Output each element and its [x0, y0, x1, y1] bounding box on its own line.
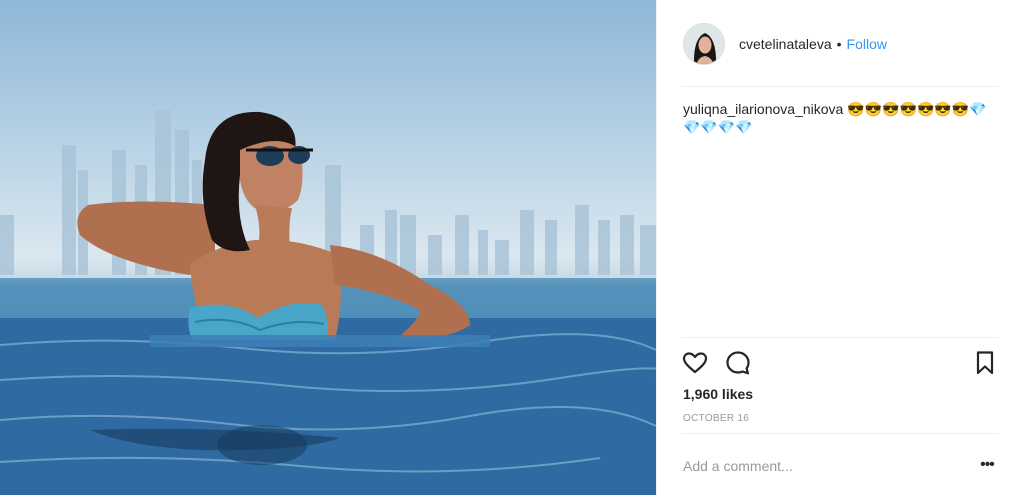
more-options-button[interactable]: ••• [975, 455, 999, 475]
save-button[interactable] [971, 349, 999, 377]
ellipsis-icon: ••• [980, 456, 995, 473]
post-header: cvetelinataleva • Follow [657, 0, 1023, 87]
post-photo[interactable] [0, 0, 656, 495]
comment-divider [681, 433, 999, 434]
follow-button[interactable]: Follow [847, 36, 887, 52]
post-sidebar: cvetelinataleva • Follow yuliqna_ilarion… [656, 0, 1023, 495]
avatar-image [684, 23, 724, 64]
post-username[interactable]: cvetelinataleva [739, 36, 832, 52]
actions-divider [681, 337, 999, 338]
post-actions [681, 349, 999, 377]
header-divider [681, 86, 999, 87]
comment-button[interactable] [724, 349, 752, 377]
caption-author[interactable]: yuliqna_ilarionova_nikova [683, 101, 843, 117]
bookmark-icon [976, 351, 994, 375]
heart-outline-icon [682, 352, 708, 374]
avatar[interactable] [683, 22, 725, 65]
instagram-post: cvetelinataleva • Follow yuliqna_ilarion… [0, 0, 1023, 495]
post-date[interactable]: OCTOBER 16 [683, 413, 749, 424]
speech-bubble-icon [726, 351, 750, 375]
post-photo-illustration [0, 110, 656, 495]
like-button[interactable] [681, 349, 709, 377]
like-count[interactable]: 1,960 likes [683, 386, 753, 402]
post-caption: yuliqna_ilarionova_nikova 😎😎😎😎😎😎😎💎💎💎💎💎 [683, 100, 993, 136]
comment-input[interactable] [683, 456, 953, 476]
username-separator: • [836, 35, 842, 52]
